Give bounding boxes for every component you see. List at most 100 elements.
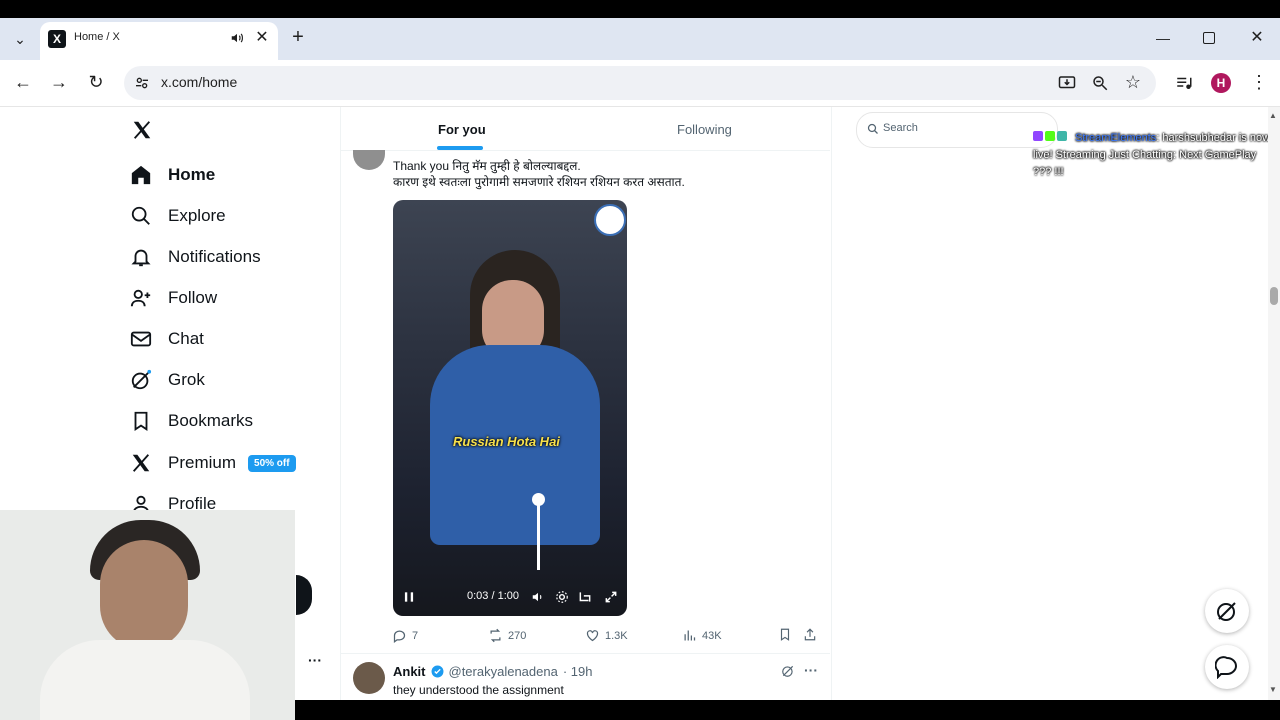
grok-explain-icon[interactable] (781, 664, 795, 683)
sidebar-item-chat[interactable]: Chat (130, 324, 204, 354)
tab-audio-icon[interactable] (230, 31, 244, 50)
search-icon (131, 206, 150, 225)
sidebar-item-label: Chat (168, 329, 204, 348)
x-logo-icon[interactable] (131, 119, 153, 146)
stream-source: StreamElements (1075, 132, 1157, 144)
analytics-icon (684, 630, 696, 641)
reload-icon[interactable]: ↻ (87, 73, 105, 91)
share-icon[interactable] (803, 627, 817, 647)
heart-icon (586, 630, 599, 642)
bell-icon (131, 249, 151, 267)
home-icon (131, 165, 151, 185)
scroll-down-icon[interactable]: ▼ (1269, 685, 1277, 694)
repost-button[interactable]: 270 (488, 628, 526, 643)
x-premium-icon (132, 454, 150, 472)
scrollbar-thumb[interactable] (1270, 287, 1278, 305)
install-app-icon[interactable] (1058, 74, 1076, 97)
pause-icon[interactable] (402, 590, 416, 609)
premium-discount-badge: 50% off (248, 454, 296, 472)
chat-bubble-icon (1215, 656, 1238, 679)
bookmark-tweet-icon[interactable] (778, 627, 792, 647)
more-options-icon[interactable]: ··· (804, 662, 818, 678)
tweet-text-line-2: कारण इथे स्वतःला पुरोगामी समजणारे रशियन … (393, 175, 685, 189)
webcam-person-face (100, 540, 188, 650)
verified-badge-icon (431, 665, 443, 678)
views-button[interactable]: 43K (682, 628, 722, 643)
video-settings-gear-icon[interactable] (555, 590, 569, 609)
author-name[interactable]: Ankit (393, 664, 426, 679)
tab-for-you[interactable]: For you (438, 122, 486, 137)
author-handle[interactable]: @terakyalenadena (449, 664, 558, 679)
bookmark-star-icon[interactable]: ☆ (1124, 73, 1142, 91)
zoom-icon[interactable] (1091, 74, 1109, 97)
tab-following[interactable]: Following (677, 122, 732, 137)
sidebar-item-label: Notifications (168, 247, 261, 266)
tab-title: Home / X (74, 31, 120, 43)
window-close-icon[interactable]: ✕ (1249, 29, 1265, 47)
sidebar-item-premium[interactable]: Premium 50% off (130, 448, 296, 478)
sidebar-item-home[interactable]: Home (130, 160, 215, 190)
grok-floating-button[interactable] (1205, 589, 1249, 633)
back-arrow-icon[interactable]: ← (14, 73, 32, 91)
window-restore-icon[interactable] (1203, 32, 1215, 44)
browser-menu-icon[interactable]: ⋮ (1250, 73, 1268, 91)
sidebar-item-explore[interactable]: Explore (130, 201, 226, 231)
tab-search-chevron-icon[interactable]: ⌄ (12, 30, 28, 48)
sidebar-item-bookmarks[interactable]: Bookmarks (130, 406, 253, 436)
media-controls-icon[interactable] (1175, 74, 1193, 97)
sidebar-item-label: Home (168, 165, 216, 184)
page-scrollbar[interactable] (1268, 107, 1280, 700)
scroll-up-icon[interactable]: ▲ (1269, 111, 1277, 120)
video-time: 0:03 / 1:00 (467, 590, 519, 602)
forward-arrow-icon[interactable]: → (50, 73, 68, 91)
search-input[interactable]: Search (883, 122, 918, 134)
picture-in-picture-icon[interactable] (578, 590, 592, 609)
volume-slider-track[interactable] (537, 500, 540, 570)
webcam-overlay (0, 510, 295, 720)
account-more-icon[interactable]: ··· (308, 652, 322, 668)
mail-icon (130, 331, 152, 347)
fullscreen-icon[interactable] (604, 590, 618, 609)
search-icon (867, 122, 879, 140)
channel-logo-icon (594, 204, 626, 236)
sidebar-item-label: Bookmarks (168, 411, 254, 430)
reply-icon (393, 630, 406, 643)
tweet-divider (341, 653, 830, 654)
sidebar-item-grok[interactable]: Grok (130, 365, 205, 395)
tab-close-icon[interactable]: ✕ (255, 29, 269, 47)
sidebar-item-notifications[interactable]: Notifications (130, 242, 261, 272)
repost-count: 270 (508, 629, 527, 642)
like-button[interactable]: 1.3K (585, 628, 628, 643)
reply-button[interactable]: 7 (392, 628, 418, 643)
video-caption: Russian Hota Hai (453, 434, 560, 449)
tabs-divider (341, 150, 830, 151)
window-minimize-icon[interactable]: — (1155, 29, 1171, 47)
tweet-author-avatar[interactable] (353, 662, 385, 694)
profile-avatar[interactable]: H (1211, 73, 1231, 93)
sidebar-item-label: Premium (168, 453, 237, 472)
sidebar-item-label: Explore (168, 206, 226, 225)
view-count: 43K (702, 629, 722, 642)
webcam-person-shirt (40, 640, 250, 720)
screen-top-bar (0, 0, 1280, 18)
sidebar-item-label: Grok (168, 370, 205, 389)
url-text[interactable]: x.com/home (161, 74, 237, 90)
stream-overlay-alert: StreamElements: harshsubhedar is now liv… (1033, 130, 1273, 181)
post-button-partial[interactable] (296, 575, 312, 615)
tweet-text: they understood the assignment (393, 683, 564, 697)
volume-icon[interactable] (531, 590, 545, 609)
tweet-text-line-1: Thank you नितु मॅम तुम्ही हे बोलल्याबद्द… (393, 159, 581, 173)
messages-floating-button[interactable] (1205, 645, 1249, 689)
grok-icon (1217, 602, 1236, 621)
tweet-age: · 19h (562, 664, 593, 679)
grok-icon (131, 369, 152, 390)
new-tab-plus-icon[interactable]: + (290, 27, 306, 47)
like-count: 1.3K (605, 629, 628, 642)
sidebar-item-follow[interactable]: Follow (130, 283, 217, 313)
address-bar[interactable] (124, 66, 1156, 100)
site-settings-icon[interactable] (134, 75, 150, 96)
add-person-icon (130, 289, 151, 307)
repost-icon (490, 628, 501, 643)
bookmark-icon (134, 411, 148, 431)
volume-slider-handle[interactable] (532, 493, 545, 506)
